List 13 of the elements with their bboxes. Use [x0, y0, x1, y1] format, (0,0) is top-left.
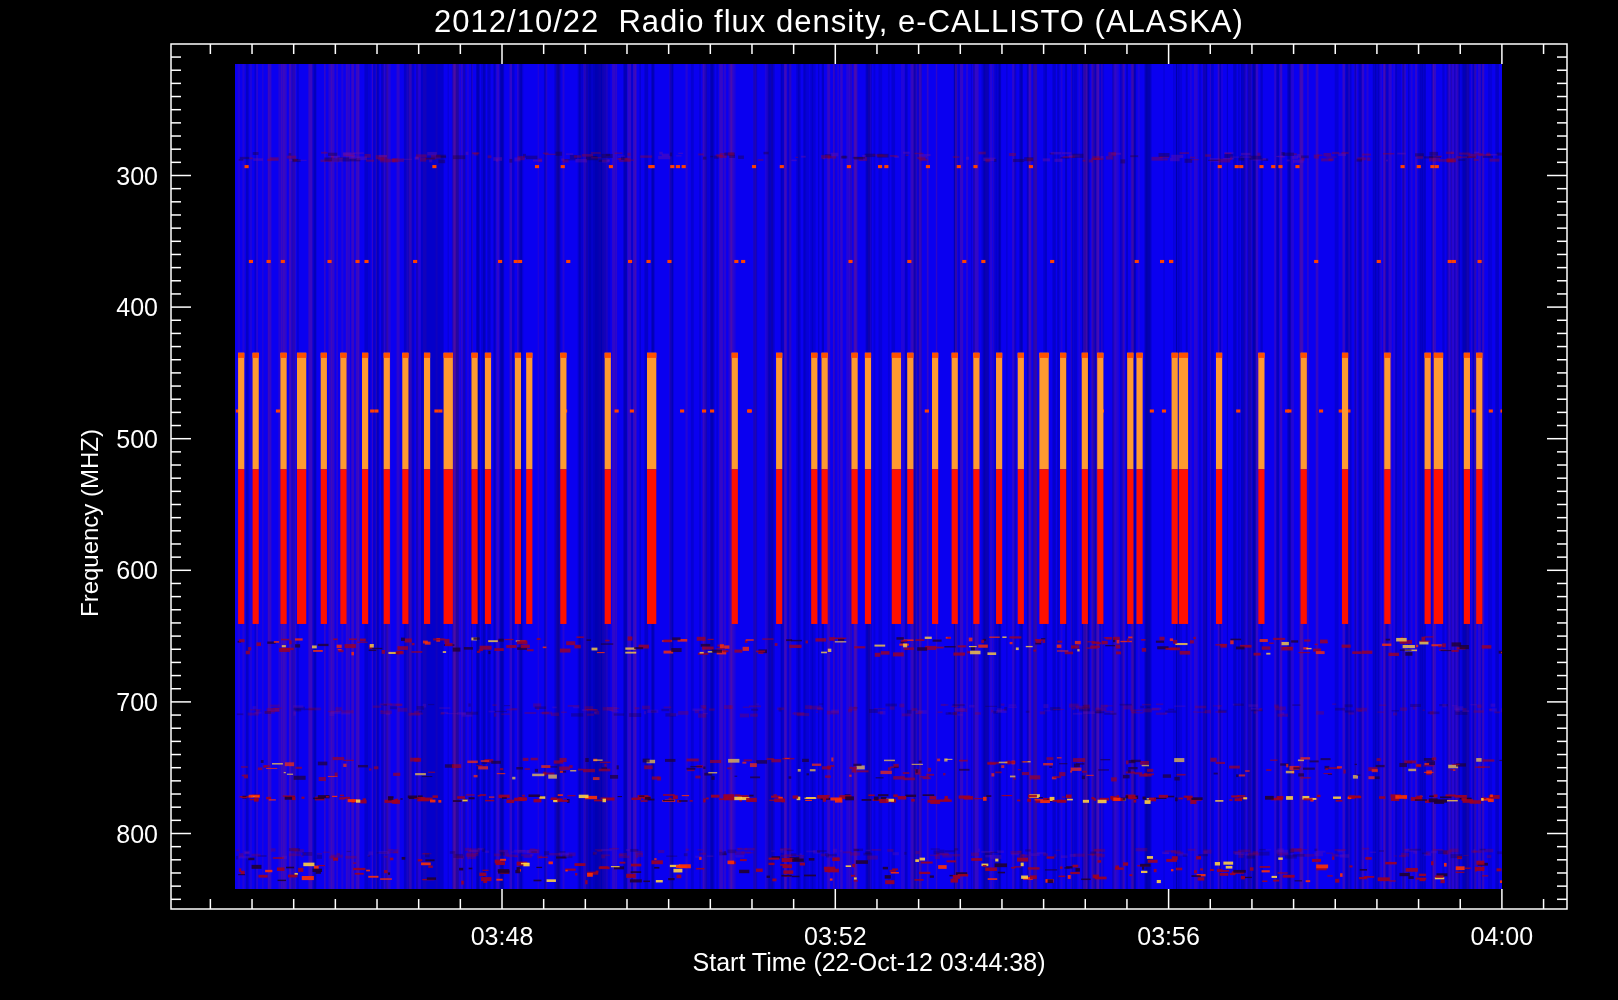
- y-tick-label: 800: [115, 818, 158, 849]
- y-tick-label: 500: [115, 423, 158, 454]
- y-tick-label: 300: [115, 160, 158, 191]
- x-tick-label: 03:52: [803, 921, 868, 951]
- x-tick-label: 04:00: [1469, 921, 1535, 951]
- y-tick-label: 700: [115, 686, 158, 717]
- y-tick-label: 600: [115, 555, 158, 586]
- y-axis-label: Frequency (MHZ): [75, 428, 104, 619]
- y-tick-label: 400: [115, 292, 158, 323]
- x-axis-label: Start Time (22-Oct-12 03:44:38): [692, 948, 1046, 977]
- x-tick-label: 03:56: [1136, 921, 1201, 951]
- chart-title: 2012/10/22 Radio flux density, e-CALLISTO (ALASKA): [434, 3, 1244, 40]
- x-tick-label: 03:48: [469, 921, 535, 951]
